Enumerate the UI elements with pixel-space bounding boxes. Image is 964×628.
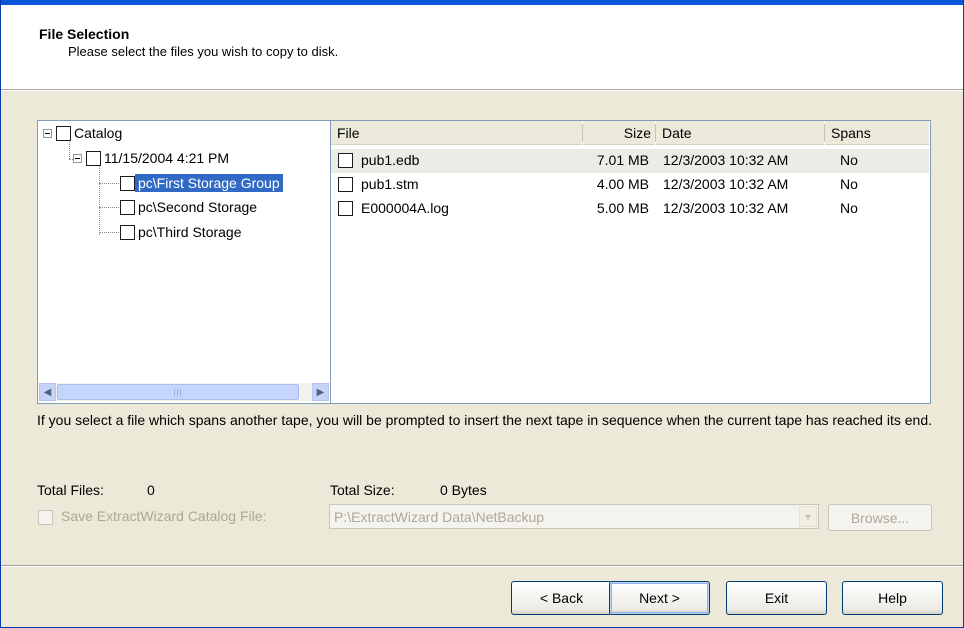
file-spans: No (840, 200, 858, 216)
horizontal-scrollbar[interactable]: ◀ ||| ▶ (39, 383, 329, 401)
footer-divider-highlight (1, 566, 963, 567)
collapse-icon[interactable] (73, 153, 82, 163)
catalog-path-value: P:\ExtractWizard Data\NetBackup (334, 509, 545, 525)
tree-node-label: pc\Second Storage (138, 199, 258, 215)
tree-node-first-storage-group[interactable]: pc\First Storage Group (120, 173, 283, 193)
total-files-value: 0 (147, 482, 155, 498)
column-header-label: Spans (831, 124, 871, 141)
checkbox[interactable] (338, 177, 353, 192)
back-button[interactable]: < Back (511, 581, 612, 615)
file-date: 12/3/2003 10:32 AM (663, 200, 789, 216)
checkbox[interactable] (120, 199, 135, 215)
help-button[interactable]: Help (842, 581, 943, 615)
total-size-label: Total Size: (330, 482, 395, 498)
file-name: pub1.stm (361, 176, 419, 192)
table-row[interactable]: pub1.edb 7.01 MB 12/3/2003 10:32 AM No (331, 149, 929, 173)
file-date: 12/3/2003 10:32 AM (663, 176, 789, 192)
tree-connector (99, 163, 100, 235)
tree-node-label: pc\Third Storage (138, 224, 242, 240)
scroll-right-icon[interactable]: ▶ (312, 383, 329, 401)
save-catalog-label: Save ExtractWizard Catalog File: (61, 508, 267, 524)
column-header-file[interactable]: File (331, 121, 582, 145)
file-list[interactable]: File Size Date Spans pub1.edb 7.01 MB 12… (331, 120, 931, 404)
column-header-label: Size (623, 124, 651, 141)
tree-node-third-storage[interactable]: pc\Third Storage (120, 222, 245, 242)
save-catalog-checkbox[interactable] (38, 510, 53, 525)
total-size-value: 0 Bytes (440, 482, 487, 498)
scroll-left-icon[interactable]: ◀ (39, 383, 56, 401)
tree-node-label: pc\First Storage Group (135, 174, 283, 192)
tree-connector (99, 183, 119, 184)
table-row[interactable]: E000004A.log 5.00 MB 12/3/2003 10:32 AM … (331, 197, 929, 221)
column-header-spans[interactable]: Spans (825, 121, 929, 145)
next-button[interactable]: Next > (609, 581, 710, 615)
column-header-size[interactable]: Size (583, 121, 655, 145)
collapse-icon[interactable] (43, 128, 52, 138)
file-date: 12/3/2003 10:32 AM (663, 152, 789, 168)
page-title: File Selection (39, 26, 130, 42)
file-size: 7.01 MB (596, 152, 649, 168)
column-header-label: Date (662, 124, 692, 141)
tree-node-catalog[interactable]: Catalog (43, 123, 125, 143)
total-files-label: Total Files: (37, 482, 104, 498)
checkbox[interactable] (120, 175, 135, 191)
chevron-down-icon[interactable]: ▼ (799, 506, 817, 527)
tree-connector (99, 232, 119, 233)
column-header-date[interactable]: Date (656, 121, 824, 145)
checkbox[interactable] (338, 153, 353, 168)
browse-button[interactable]: Browse... (828, 504, 932, 531)
tree-node-second-storage[interactable]: pc\Second Storage (120, 197, 260, 217)
tree-node-date[interactable]: 11/15/2004 4:21 PM (73, 148, 232, 168)
checkbox[interactable] (338, 201, 353, 216)
file-name: pub1.edb (361, 152, 420, 168)
file-size: 5.00 MB (596, 200, 649, 216)
file-spans: No (840, 176, 858, 192)
page-subtitle: Please select the files you wish to copy… (68, 44, 339, 59)
catalog-path-dropdown[interactable]: P:\ExtractWizard Data\NetBackup ▼ (329, 504, 819, 529)
table-row[interactable]: pub1.stm 4.00 MB 12/3/2003 10:32 AM No (331, 173, 929, 197)
checkbox[interactable] (86, 150, 101, 166)
spanning-info-text: If you select a file which spans another… (37, 412, 932, 428)
exit-button[interactable]: Exit (726, 581, 827, 615)
file-size: 4.00 MB (596, 176, 649, 192)
tree-node-label: Catalog (74, 125, 123, 141)
checkbox[interactable] (120, 224, 135, 240)
scroll-thumb[interactable]: ||| (57, 384, 299, 400)
tree-connector (99, 207, 119, 208)
column-header-label: File (337, 124, 360, 141)
wizard-header: File Selection Please select the files y… (1, 5, 963, 89)
checkbox[interactable] (56, 125, 71, 141)
catalog-tree[interactable]: Catalog 11/15/2004 4:21 PM pc\First Stor… (37, 120, 331, 404)
file-name: E000004A.log (361, 200, 449, 216)
file-spans: No (840, 152, 858, 168)
tree-node-label: 11/15/2004 4:21 PM (104, 150, 230, 166)
